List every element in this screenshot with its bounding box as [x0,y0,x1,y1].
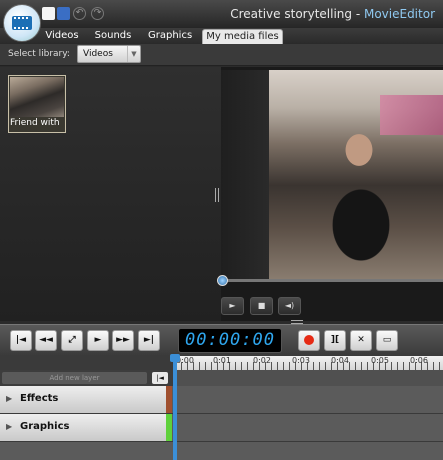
caption-button[interactable]: ▭ [376,330,398,351]
ruler-label: 0:06 [410,356,428,365]
go-to-end-button[interactable]: ►| [138,330,160,351]
preview-play-button[interactable]: ► [221,297,244,315]
go-to-start-button[interactable]: |◄ [10,330,32,351]
tab-sounds[interactable]: Sounds [94,29,132,44]
track-color-marker [166,414,172,441]
expand-arrow-icon[interactable]: ▶ [6,422,12,431]
track-graphics: ▶ Graphics [0,414,443,442]
split-button[interactable]: ][ [324,330,346,351]
track-label: Graphics [20,421,70,432]
play-button[interactable]: ► [87,330,109,351]
media-thumbnail [10,77,64,117]
playhead-handle[interactable] [170,354,180,362]
record-icon [304,335,314,345]
expand-arrow-icon[interactable]: ▶ [6,394,12,403]
track-header-effects[interactable]: ▶ Effects [0,386,166,413]
volume-button[interactable]: ◄) [278,297,301,315]
tab-my-media-files[interactable]: My media files [202,29,283,44]
track-effects: ▶ Effects [0,386,443,414]
timeline-empty-area [0,442,443,460]
chevron-down-icon: ▼ [127,46,140,62]
ruler-label: 0:05 [371,356,389,365]
preview-seek-bar[interactable] [221,279,443,282]
library-selected-value: Videos [83,49,113,59]
window-title: Creative storytelling - MovieEditor [230,7,435,21]
timeline-top-row [175,370,443,386]
playhead[interactable] [173,356,177,460]
app-name: MovieEditor [363,7,435,21]
track-color-marker [166,386,172,413]
panel-splitter-handle[interactable] [215,188,219,202]
fullscreen-button[interactable]: ⤢ [61,330,83,351]
fast-forward-button[interactable]: ►► [112,330,134,351]
save-icon[interactable] [57,7,70,20]
tab-videos[interactable]: Videos [44,29,80,44]
app-logo-icon[interactable] [3,4,41,42]
timecode-display: 00:00:00 [178,328,282,353]
track-header-graphics[interactable]: ▶ Graphics [0,414,166,441]
library-select[interactable]: Videos ▼ [77,45,141,63]
document-title: Creative storytelling - [230,7,364,21]
video-letterbox [221,70,269,280]
record-button[interactable] [298,330,320,351]
preview-stop-button[interactable]: ■ [250,297,273,315]
undo-icon[interactable]: ↶ [73,7,86,20]
ruler-label: 0:01 [213,356,231,365]
new-file-icon[interactable] [42,7,55,20]
add-layer-button[interactable]: Add new layer [2,372,147,384]
tab-graphics[interactable]: Graphics [148,29,192,44]
redo-icon[interactable]: ↷ [91,7,104,20]
ruler-label: 0:04 [331,356,349,365]
delete-button[interactable]: ✕ [350,330,372,351]
track-label: Effects [20,393,59,404]
video-frame-detail [380,95,443,135]
library-label: Select library: [8,49,70,59]
seek-handle[interactable] [217,275,228,286]
rewind-button[interactable]: ◄◄ [35,330,57,351]
ruler-spacer [0,356,175,370]
media-item-label: Friend with [10,118,60,128]
ruler-label: 0:02 [253,356,271,365]
collapse-tracks-icon[interactable]: |◄ [152,372,168,384]
ruler-label: 0:03 [292,356,310,365]
